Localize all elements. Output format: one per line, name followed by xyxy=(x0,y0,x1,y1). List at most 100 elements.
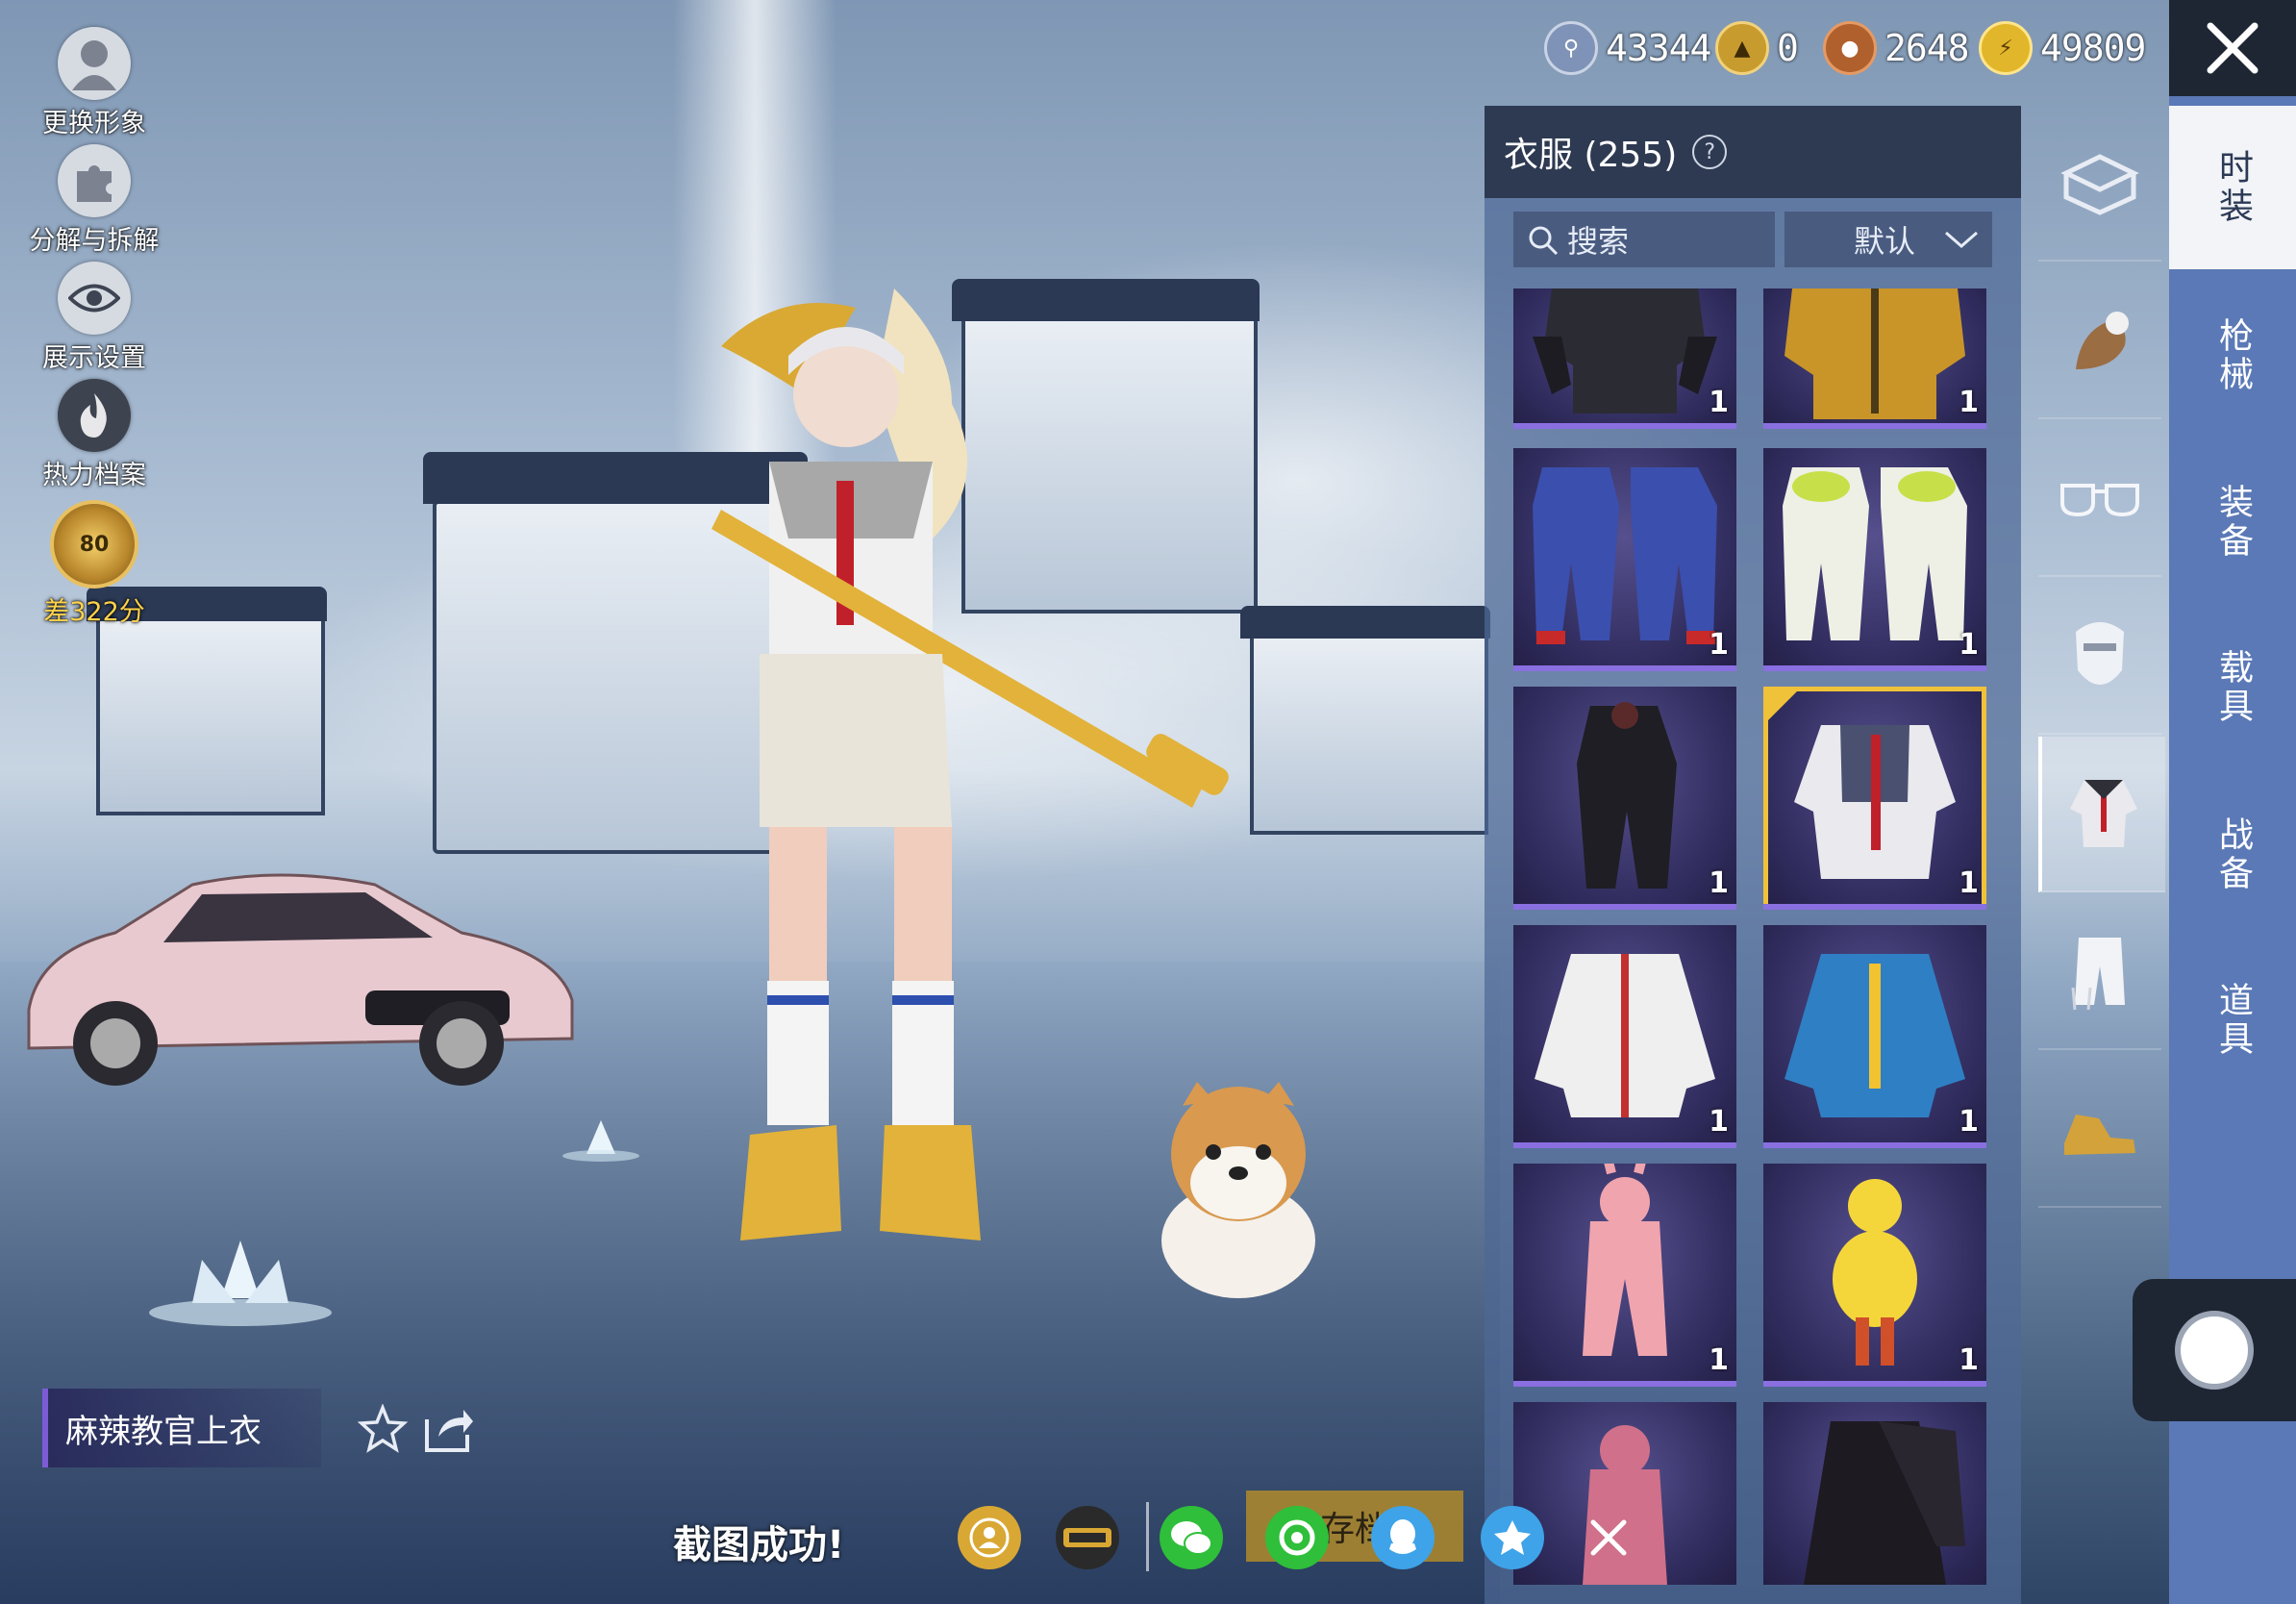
tab-vehicles[interactable]: 载具 xyxy=(2169,606,2296,769)
moments-icon xyxy=(1279,1519,1315,1556)
chevron-down-icon xyxy=(1945,231,1978,248)
divider xyxy=(1146,1502,1149,1571)
selected-item-name: 麻辣教官上衣 xyxy=(65,1412,262,1451)
display-settings-button[interactable]: 展示设置 xyxy=(17,262,171,374)
rarity-bar xyxy=(1763,904,1986,910)
share-peace-elite-button[interactable] xyxy=(958,1506,1021,1569)
tab-fashion[interactable]: 时装 xyxy=(2169,106,2296,269)
tab-equipment-label: 装备 xyxy=(2213,484,2253,561)
rarity-bar xyxy=(1513,1381,1736,1387)
currency-silver[interactable]: ⚲ 43344 xyxy=(1544,21,1711,75)
glasses-icon xyxy=(2060,484,2139,517)
item-quantity: 1 xyxy=(1709,1105,1729,1139)
item-thumbnail xyxy=(1535,954,1715,1117)
peace-elite-logo-icon xyxy=(1063,1528,1111,1547)
sort-dropdown[interactable]: 默认 xyxy=(1784,212,1992,267)
category-mask[interactable] xyxy=(2038,579,2161,735)
tab-firearms-label: 枪械 xyxy=(2213,317,2253,394)
rarity-bar xyxy=(1763,423,1986,429)
category-box[interactable] xyxy=(2038,106,2161,262)
clothing-item[interactable]: 1 xyxy=(1763,925,1986,1148)
clothing-item-selected[interactable]: 1 xyxy=(1763,687,1986,910)
tab-props[interactable]: 道具 xyxy=(2169,939,2296,1102)
item-thumbnail xyxy=(1784,954,1965,1117)
change-appearance-button[interactable]: 更换形象 xyxy=(17,27,171,139)
screenshot-toast: 截图成功! xyxy=(673,1523,845,1567)
favorite-button[interactable] xyxy=(357,1403,409,1458)
item-thumbnail xyxy=(1577,702,1677,889)
search-input[interactable]: 搜索 xyxy=(1513,212,1775,267)
silver-coin-icon: ⚲ xyxy=(1544,21,1598,75)
item-quantity: 1 xyxy=(1959,1343,1979,1377)
category-glasses[interactable] xyxy=(2038,421,2161,577)
currency-energy[interactable]: ⚡ 49809 xyxy=(1979,21,2146,75)
wechat-icon xyxy=(1171,1521,1212,1555)
heat-archive-button[interactable]: 热力档案 xyxy=(17,379,171,491)
share-wechat-button[interactable] xyxy=(1160,1506,1223,1569)
help-icon[interactable]: ? xyxy=(1692,135,1728,169)
clothing-item[interactable] xyxy=(1763,1402,1986,1585)
share-qq-button[interactable] xyxy=(1371,1506,1435,1569)
building xyxy=(96,615,325,815)
tab-firearms[interactable]: 枪械 xyxy=(2169,274,2296,438)
close-button[interactable] xyxy=(2169,0,2296,96)
panel-header: 衣服 (255) ? xyxy=(1485,106,2021,198)
outfit-icon xyxy=(2070,780,2137,847)
panel-title: 衣服 (255) xyxy=(1504,136,1678,175)
clothing-item[interactable]: 1 xyxy=(1763,448,1986,671)
display-settings-label: 展示设置 xyxy=(42,343,146,373)
clothing-item[interactable]: 1 xyxy=(1513,925,1736,1148)
selected-check-icon xyxy=(1763,687,1802,725)
share-peace-elite-logo-button[interactable] xyxy=(1056,1506,1119,1569)
item-thumbnail xyxy=(1533,288,1717,414)
item-quantity: 1 xyxy=(1709,1343,1729,1377)
item-quantity: 1 xyxy=(1709,866,1729,900)
clothing-panel: 衣服 (255) ? 搜索 默认 1 1 1 1 1 1 1 1 1 1 xyxy=(1485,106,2021,1604)
item-quantity: 1 xyxy=(1959,386,1979,419)
item-quantity: 1 xyxy=(1959,1105,1979,1139)
currency-gold[interactable]: ▲ 0 xyxy=(1715,21,1799,75)
tab-equipment[interactable]: 装备 xyxy=(2169,440,2296,604)
rarity-bar xyxy=(1763,1142,1986,1148)
building xyxy=(1250,635,1488,835)
qzone-icon xyxy=(1494,1520,1531,1555)
close-icon xyxy=(1590,1519,1627,1556)
box-icon xyxy=(2060,154,2139,215)
disassemble-button[interactable]: 分解与拆解 xyxy=(17,144,171,257)
tab-battle-prep[interactable]: 战备 xyxy=(2169,773,2296,937)
clothing-item[interactable]: 1 xyxy=(1763,288,1986,429)
camera-capture-button[interactable] xyxy=(2133,1279,2296,1421)
peace-elite-circle-icon xyxy=(969,1517,1010,1558)
currency-gold-value: 0 xyxy=(1777,27,1799,69)
item-thumbnail xyxy=(1533,467,1717,644)
rank-button[interactable]: 80 差322分 xyxy=(17,500,171,628)
category-pants[interactable] xyxy=(2038,894,2161,1050)
share-qzone-button[interactable] xyxy=(1481,1506,1544,1569)
share-close-button[interactable] xyxy=(1577,1506,1640,1569)
clothing-item[interactable]: 1 xyxy=(1763,1164,1986,1387)
mask-icon xyxy=(2076,622,2124,685)
tab-battle-prep-label: 战备 xyxy=(2213,816,2253,893)
share-button[interactable] xyxy=(423,1406,475,1458)
sort-label: 默认 xyxy=(1854,223,1916,260)
lotus-flower xyxy=(149,1241,332,1326)
clothing-item[interactable]: 1 xyxy=(1513,1164,1736,1387)
star-add-icon xyxy=(357,1403,409,1453)
item-quantity: 1 xyxy=(1959,866,1979,900)
item-thumbnail xyxy=(1784,288,1965,419)
fire-icon xyxy=(58,379,131,452)
rarity-bar xyxy=(1513,904,1736,910)
energy-coin-icon: ⚡ xyxy=(1979,21,2033,75)
category-shoes[interactable] xyxy=(2038,1052,2161,1208)
clothing-item[interactable]: 1 xyxy=(1513,288,1736,429)
clothing-item[interactable]: 1 xyxy=(1513,687,1736,910)
rank-badge: 80 xyxy=(50,500,138,589)
category-outfit[interactable] xyxy=(2038,737,2165,892)
currency-bronze[interactable]: ● 2648 xyxy=(1823,21,1970,75)
qq-icon xyxy=(1389,1519,1416,1554)
lotus-flower xyxy=(562,1120,639,1162)
share-moments-button[interactable] xyxy=(1265,1506,1329,1569)
clothing-item[interactable]: 1 xyxy=(1513,448,1736,671)
pink-car xyxy=(27,873,574,1086)
category-backpack-pet[interactable] xyxy=(2038,263,2161,419)
